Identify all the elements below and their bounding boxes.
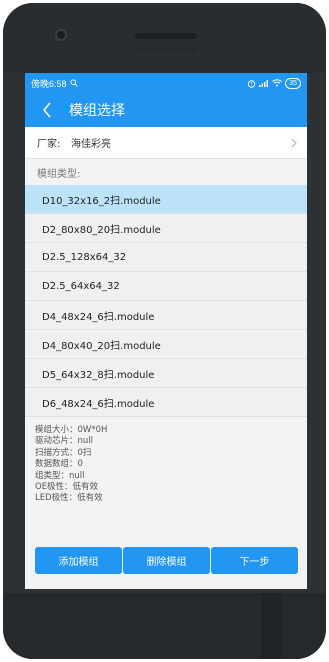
sensor xyxy=(135,48,197,52)
page-title: 模组选择 xyxy=(69,103,125,119)
module-item[interactable]: D6_48x24_6扫.module xyxy=(25,388,307,417)
add-module-button[interactable]: 添加模组 xyxy=(35,547,122,574)
alarm-icon xyxy=(248,79,256,88)
wifi-icon xyxy=(272,79,283,87)
module-item[interactable]: D2.5_128x64_32 xyxy=(25,243,307,272)
module-info: 模组大小：0W*0H 驱动芯片：null 扫描方式：0扫 数据数组：0 组类型：… xyxy=(25,417,307,505)
back-button[interactable] xyxy=(25,93,69,127)
info-size: 模组大小：0W*0H xyxy=(35,425,108,435)
factory-selector[interactable]: 厂家: 海佳彩亮 xyxy=(25,127,307,159)
search-icon xyxy=(69,79,78,87)
factory-value: 海佳彩亮 xyxy=(71,139,111,150)
module-item[interactable]: D4_48x24_6扫.module xyxy=(25,301,307,330)
info-group-type: 组类型：null xyxy=(35,470,85,481)
status-bar: 傍晚6:58 35 xyxy=(25,73,307,93)
phone-top-bezel xyxy=(3,3,326,73)
next-button[interactable]: 下一步 xyxy=(211,547,298,574)
module-item[interactable]: D10_32x16_2扫.module xyxy=(25,185,307,214)
info-oe: OE极性：低有效 xyxy=(35,482,99,493)
action-buttons: 添加模组 删除模组 下一步 xyxy=(25,547,307,574)
phone-bottom-bezel xyxy=(3,593,326,659)
module-item[interactable]: D5_64x32_8扫.module xyxy=(25,359,307,388)
phone-frame: 傍晚6:58 35 模组选择 厂家: 海佳彩亮 模组类型: D10_32x16_… xyxy=(3,3,326,659)
module-list: D10_32x16_2扫.module D2_80x80_20扫.module … xyxy=(25,185,307,417)
info-led: LED极性：低有效 xyxy=(35,493,103,504)
earpiece xyxy=(135,33,197,39)
app-bar: 模组选择 xyxy=(25,93,307,127)
info-chip: 驱动芯片：null xyxy=(35,436,93,447)
factory-label: 厂家: xyxy=(37,139,61,150)
module-type-label: 模组类型: xyxy=(25,159,307,185)
module-item[interactable]: D2_80x80_20扫.module xyxy=(25,214,307,243)
battery-icon: 35 xyxy=(285,77,301,89)
signal-icon xyxy=(259,80,269,87)
chevron-left-icon xyxy=(42,102,51,118)
module-item[interactable]: D2.5_64x64_32 xyxy=(25,272,307,301)
module-item[interactable]: D4_80x40_20扫.module xyxy=(25,330,307,359)
status-time: 傍晚6:58 xyxy=(31,78,67,89)
info-data-groups: 数据数组：0 xyxy=(35,459,83,470)
camera-icon xyxy=(55,29,67,41)
screen: 傍晚6:58 35 模组选择 厂家: 海佳彩亮 模组类型: D10_32x16_… xyxy=(25,73,307,589)
delete-module-button[interactable]: 删除模组 xyxy=(123,547,210,574)
chevron-right-icon xyxy=(291,138,297,147)
info-scan: 扫描方式：0扫 xyxy=(35,447,92,458)
